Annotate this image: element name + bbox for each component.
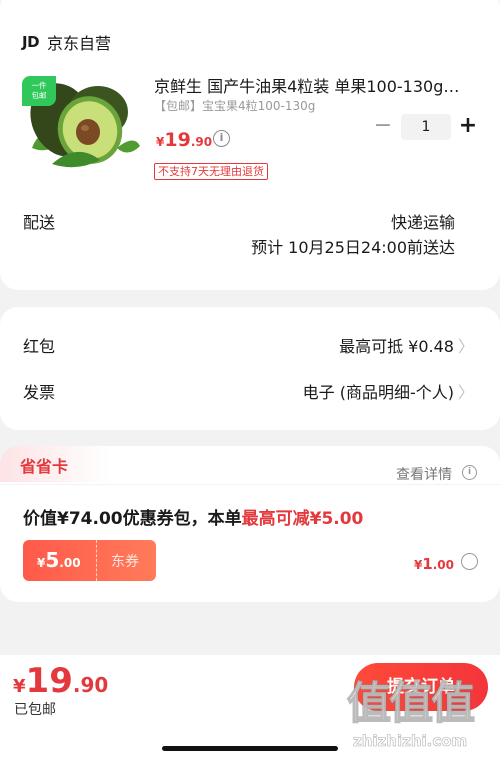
price-decimal: .90 — [190, 135, 213, 149]
savings-card-radio[interactable] — [461, 553, 478, 570]
red-packet-label: 红包 — [23, 337, 56, 356]
coupon-description: 价值¥74.00优惠券包，本单最高可减¥5.00 — [23, 504, 363, 529]
delivery-method: 快递运输 — [390, 213, 455, 232]
coupon-separator — [96, 540, 97, 581]
coupon-integer: 5 — [45, 548, 60, 572]
coupon-decimal: .00 — [59, 556, 81, 570]
total-decimal: .90 — [72, 673, 109, 697]
total-price: ¥19.90 — [13, 661, 108, 701]
savings-price-integer: 1 — [422, 555, 433, 573]
product-title[interactable]: 京鲜生 国产牛油果4粒装 单果100-130g… — [154, 73, 478, 97]
chevron-right-icon[interactable]: 〉 — [458, 333, 474, 357]
invoice-value[interactable]: 电子 (商品明细-个人) — [303, 379, 454, 403]
product-subtitle: 【包邮】宝宝果4粒100-130g — [154, 99, 316, 113]
home-indicator — [162, 746, 338, 751]
savings-card-tag: 省省卡 — [0, 446, 110, 482]
view-details-link[interactable]: 查看详情 — [396, 464, 452, 484]
divider — [0, 484, 500, 485]
jd-logo-icon: JD — [22, 33, 40, 51]
chevron-right-icon[interactable]: 〉 — [458, 379, 474, 403]
order-item-card: JD 京东自营 一件 包邮 京鲜生 国产牛油果4粒装 单果100-130g… 【… — [0, 0, 500, 290]
free-shipping-badge: 一件 包邮 — [22, 76, 56, 106]
quantity-plus-button[interactable]: + — [456, 114, 480, 140]
red-packet-value[interactable]: 最高可抵 ¥0.48 — [339, 333, 454, 357]
savings-card: 省省卡 查看详情 i 价值¥74.00优惠券包，本单最高可减¥5.00 ¥5.0… — [0, 446, 500, 602]
total-symbol: ¥ — [13, 676, 26, 697]
price-integer: 19 — [164, 129, 191, 151]
coupon-ticket[interactable]: ¥5.00 东券 — [23, 540, 156, 581]
invoice-label: 发票 — [23, 383, 56, 402]
payment-options-card: 红包 最高可抵 ¥0.48 〉 发票 电子 (商品明细-个人) 〉 — [0, 307, 500, 430]
coupon-value: ¥5.00 — [37, 548, 81, 572]
delivery-label: 配送 — [23, 213, 56, 232]
quantity-minus-button[interactable]: − — [372, 115, 394, 139]
store-header[interactable]: JD 京东自营 — [22, 30, 111, 54]
watermark-logo: 值值值 zhizhizhi.com — [346, 667, 495, 761]
store-name: 京东自营 — [47, 34, 112, 53]
return-policy-tag: 不支持7天无理由退货 — [154, 163, 268, 180]
price-info-icon[interactable]: i — [213, 130, 230, 147]
coupon-desc-text: 价值¥74.00优惠券包，本单 — [23, 509, 242, 529]
product-price: ¥19.90 — [156, 129, 212, 151]
watermark-text: 值值值 — [346, 677, 476, 730]
savings-card-price: ¥1.00 — [414, 554, 454, 573]
savings-card-title: 省省卡 — [20, 457, 69, 476]
watermark-url: zhizhizhi.com — [353, 732, 468, 751]
details-info-icon[interactable]: i — [462, 465, 477, 480]
savings-price-decimal: .00 — [432, 558, 454, 572]
delivery-eta: 预计 10月25日24:00前送达 — [251, 238, 455, 257]
product-image[interactable]: 一件 包邮 — [22, 76, 140, 172]
coupon-type: 东券 — [111, 554, 139, 570]
total-integer: 19 — [25, 661, 73, 701]
quantity-input[interactable]: 1 — [401, 114, 451, 140]
coupon-desc-highlight: 最高可减¥5.00 — [241, 509, 364, 529]
shipping-note: 已包邮 — [14, 702, 56, 718]
